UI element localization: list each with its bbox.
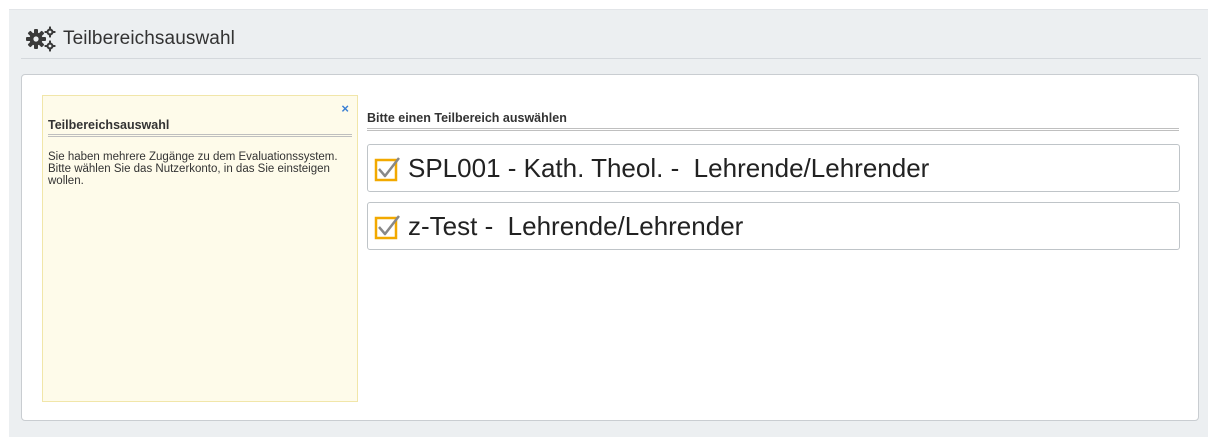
close-icon[interactable]: × — [341, 102, 349, 115]
page-title: Teilbereichsauswahl — [63, 28, 235, 49]
info-box-text: Sie haben mehrere Zugänge zu dem Evaluat… — [48, 151, 338, 187]
info-box: × Teilbereichsauswahl Sie haben mehrere … — [42, 95, 358, 402]
subarea-option-label: SPL001 - Kath. Theol. - Lehrende/Lehrend… — [408, 152, 930, 183]
page-header: Teilbereichsauswahl — [21, 20, 1201, 59]
checkbox-checked-icon — [374, 212, 402, 240]
checkbox-checked-icon — [374, 154, 402, 182]
subarea-option-label: z-Test - Lehrende/Lehrender — [408, 210, 744, 241]
gears-icon — [23, 25, 59, 53]
page-container: Teilbereichsauswahl × Teilbereichsauswah… — [9, 9, 1208, 437]
info-box-title: Teilbereichsauswahl — [48, 118, 352, 137]
content-card: × Teilbereichsauswahl Sie haben mehrere … — [21, 74, 1199, 421]
selection-heading: Bitte einen Teilbereich auswählen — [367, 111, 1179, 131]
subarea-option-ztest[interactable]: z-Test - Lehrende/Lehrender — [367, 202, 1180, 250]
subarea-option-spl001[interactable]: SPL001 - Kath. Theol. - Lehrende/Lehrend… — [367, 144, 1180, 192]
